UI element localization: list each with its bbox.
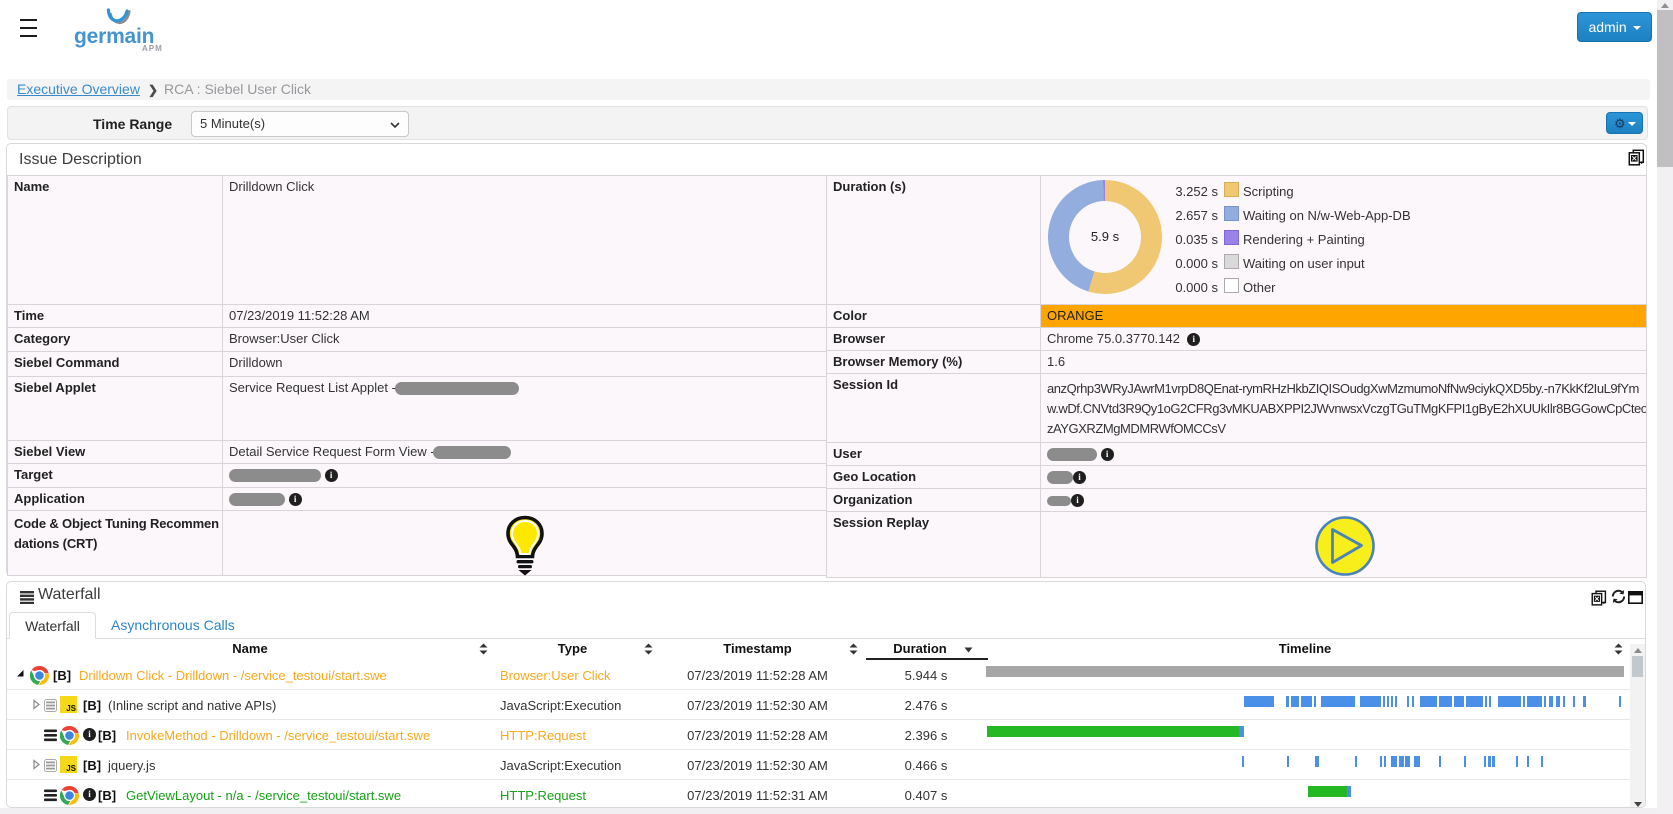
svg-text:5.9 s: 5.9 s xyxy=(1091,229,1120,244)
